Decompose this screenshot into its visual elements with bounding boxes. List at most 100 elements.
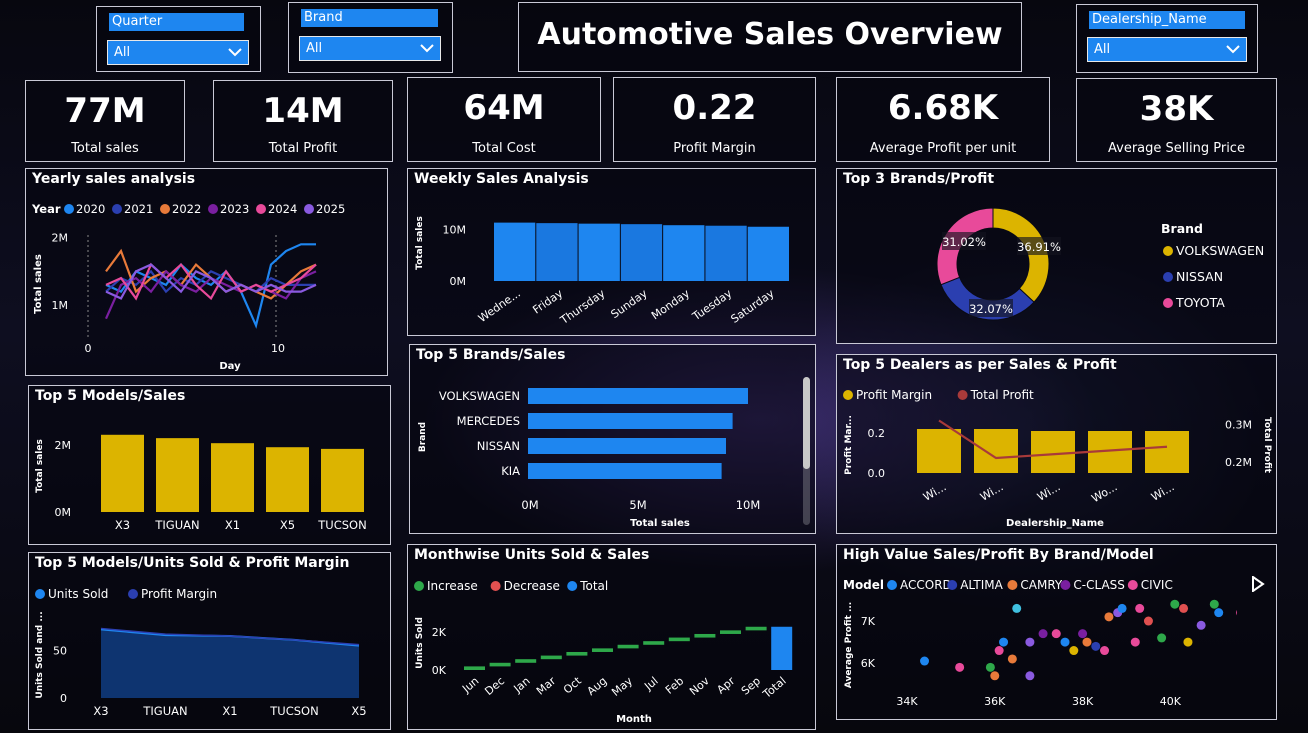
legend-marker (304, 204, 314, 214)
legend-label: VOLKSWAGEN (1176, 243, 1264, 258)
x-tick-label: 38K (1072, 695, 1094, 708)
legend-label: Profit Margin (856, 388, 932, 402)
x-tick-label: Nov (687, 674, 712, 698)
bar (668, 637, 690, 642)
top-brands-profit-card[interactable]: Top 3 Brands/Profit 36.91% 32.07% 31.02% Br… (836, 168, 1277, 344)
scatter-point (1214, 608, 1224, 618)
kpi-label: Total Profit (268, 141, 338, 156)
legend-label: Increase (427, 579, 478, 593)
bar (592, 648, 613, 652)
y-axis-title: Brand (418, 422, 428, 452)
x-axis-title: Dealership_Name (1006, 518, 1104, 529)
scatter-point (1060, 637, 1070, 647)
kpi-value: 38K (1139, 89, 1214, 129)
y-axis-title: Units Sold (415, 617, 425, 669)
dashboard-title: Automotive Sales Overview (518, 2, 1022, 72)
weekly-sales-card[interactable]: Weekly Sales Analysis 10M 0M Total sales We… (407, 168, 816, 336)
x-tick-label: 10 (271, 342, 285, 355)
bar (1031, 431, 1075, 473)
scatter-point (920, 656, 930, 666)
scatter-point (1078, 629, 1088, 639)
y-tick-label: 0.2 (868, 427, 886, 440)
kpi-value: 77M (64, 91, 146, 131)
y-axis-title: Units Sold and ... (35, 611, 45, 698)
scatter-point (1051, 629, 1061, 639)
bar (156, 438, 199, 512)
chart-plot: 2M 0M Total sales X3 TIGUAN X1 X5 TUCSON (35, 434, 367, 532)
scatter-point (1170, 599, 1180, 609)
quarter-slicer[interactable]: Quarter All (96, 6, 261, 72)
play-icon[interactable] (1251, 576, 1265, 592)
chart-plot: VOLKSWAGEN MERCEDES NISSAN KIA 0M 5M 10M Total … (418, 388, 760, 529)
legend-label: Total Profit (970, 388, 1034, 402)
kpi-avg-selling-price: 38K Average Selling Price (1076, 78, 1277, 162)
y-axis-title: Profit Mar... (844, 415, 854, 475)
legend-marker (112, 204, 122, 214)
chart-plot: Units Sold Profit Margin 50 0 Units Sold and… (35, 587, 367, 718)
scatter-point (1104, 612, 1114, 622)
x-tick-label: Monday (649, 287, 692, 323)
scatter-point (1091, 641, 1101, 651)
x-tick-label: Feb (663, 674, 686, 696)
legend-label: 2024 (268, 202, 297, 216)
y-tick-label: 10M (443, 223, 467, 236)
bar (663, 225, 705, 281)
scatter-point (1157, 633, 1167, 643)
high-value-card[interactable]: High Value Sales/Profit By Brand/Model M… (836, 544, 1277, 720)
top-dealers-card[interactable]: Top 5 Dealers as per Sales & Profit Prof… (836, 354, 1277, 534)
yearly-sales-card[interactable]: Yearly sales analysis Year 2020 2021 2022 20… (25, 168, 388, 376)
chevron-down-icon (1226, 45, 1240, 54)
monthwise-card[interactable]: Monthwise Units Sold & Sales Increase Dec… (407, 544, 816, 730)
x-tick-label: Tuesday (689, 287, 734, 324)
x-tick-label: 34K (896, 695, 918, 708)
legend-label: CAMRY (1020, 578, 1063, 592)
brand-slicer[interactable]: Brand All (288, 2, 453, 73)
legend-marker (414, 581, 424, 591)
quarter-dropdown[interactable]: All (107, 40, 249, 65)
legend-marker (843, 390, 853, 400)
brand-dropdown[interactable]: All (299, 36, 441, 61)
legend-label: C-CLASS (1073, 578, 1125, 592)
legend-marker (35, 589, 45, 599)
x-tick-label: X3 (93, 704, 108, 718)
bar (720, 630, 741, 634)
bar (745, 626, 767, 631)
x-tick-label: Total (760, 674, 789, 701)
scrollbar[interactable] (803, 377, 810, 525)
x-tick-label: Apr (714, 674, 737, 696)
top-models-sales-card[interactable]: Top 5 Models/Sales 2M 0M Total sales X3 TIGU… (28, 385, 391, 545)
x-tick-label: May (609, 674, 635, 699)
x-tick-label: Oct (561, 674, 584, 697)
dealership-slicer[interactable]: Dealership_Name All (1076, 4, 1258, 73)
x-tick-label: Friday (530, 287, 565, 317)
quarter-slicer-label: Quarter (109, 13, 244, 31)
x-axis-title: Month (616, 714, 652, 725)
bar (536, 223, 578, 281)
chevron-down-icon (228, 48, 242, 57)
kpi-profit-margin: 0.22 Profit Margin (613, 77, 816, 162)
y-tick-label: 7K (861, 615, 876, 628)
y-tick-label: KIA (501, 464, 520, 478)
legend-label: 2025 (316, 202, 345, 216)
x-tick-label: Wi... (978, 480, 1005, 503)
bar (540, 655, 562, 660)
top-brands-sales-card[interactable]: Top 5 Brands/Sales VOLKSWAGEN MERCEDES NIS… (409, 344, 816, 534)
bar (617, 644, 639, 649)
legend-label: NISSAN (1176, 269, 1223, 284)
x-tick-label: X1 (222, 704, 237, 718)
dealership-dropdown[interactable]: All (1087, 37, 1247, 62)
models-units-card[interactable]: Top 5 Models/Units Sold & Profit Margin … (28, 552, 391, 730)
legend-label: Units Sold (48, 587, 108, 601)
scatter-point (1082, 637, 1092, 647)
x-tick-label: 5M (629, 498, 646, 512)
bar (515, 659, 537, 663)
chart-plot: Year 2020 2021 2022 2023 2024 2025 2M 1M 0 10 Day To… (31, 202, 345, 372)
bar (578, 223, 620, 281)
x-tick-label: Saturday (729, 287, 777, 326)
x-tick-label: Jan (511, 674, 533, 696)
chart-plot: 10M 0M Total sales Wedne... FridayThursday Su… (415, 216, 789, 327)
kpi-total-sales: 77M Total sales (25, 80, 185, 162)
bar (321, 448, 364, 512)
legend-marker (957, 390, 968, 400)
y-tick-label: 50 (53, 644, 67, 657)
